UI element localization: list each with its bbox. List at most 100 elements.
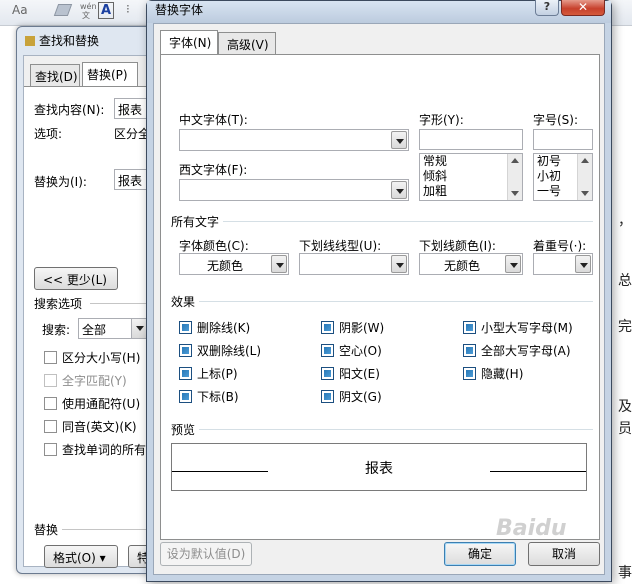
chinese-font-label: 中文字体(T): xyxy=(179,113,248,127)
find-what-label: 查找内容(N): xyxy=(34,103,105,117)
font-color-select[interactable]: 无颜色 xyxy=(179,253,289,275)
checkbox-box[interactable] xyxy=(463,367,476,380)
chevron-down-icon xyxy=(575,255,591,273)
checkbox-box[interactable] xyxy=(44,374,57,387)
search-option-checkbox[interactable]: 全字匹配(Y) xyxy=(44,372,127,389)
checkbox-label: 同音(英文)(K) xyxy=(62,420,137,434)
character-border-icon[interactable]: A xyxy=(98,2,114,19)
checkbox-label: 使用通配符(U) xyxy=(62,397,141,411)
document-text-fragment: 及 xyxy=(618,399,632,415)
set-default-button[interactable]: 设为默认值(D) xyxy=(160,542,252,566)
preview-box: 报表 xyxy=(171,443,587,491)
effect-label: 小型大写字母(M) xyxy=(481,321,573,335)
find-replace-title: 查找和替换 xyxy=(39,34,100,48)
font-style-list[interactable]: 常规 倾斜 加粗 xyxy=(419,153,523,201)
options-label: 选项: xyxy=(34,127,63,141)
clear-format-icon[interactable] xyxy=(53,4,73,16)
document-text-fragment: ， xyxy=(618,213,632,229)
western-font-label: 西文字体(F): xyxy=(179,163,248,177)
document-text-fragment: 事 xyxy=(618,565,632,581)
find-replace-body: 查找内容(N): 报表 选项: 区分全 替换为(I): 报表 << 更少(L) … xyxy=(24,86,174,568)
search-option-checkbox[interactable]: 区分大小写(H) xyxy=(44,349,140,366)
search-direction-select[interactable]: 全部 xyxy=(78,318,148,339)
checkbox-box[interactable] xyxy=(44,420,57,433)
font-size-label: 字号(S): xyxy=(533,113,579,127)
checkbox-box[interactable] xyxy=(321,367,334,380)
font-tab-body: 中文字体(T): 西文字体(F): 字形(Y): 常规 倾斜 加粗 字号(S): xyxy=(160,54,600,540)
effect-checkbox[interactable]: 阴影(W) xyxy=(321,319,384,336)
underline-style-select[interactable] xyxy=(299,253,409,275)
underline-color-label: 下划线颜色(I): xyxy=(419,239,496,253)
ok-button[interactable]: 确定 xyxy=(444,542,516,566)
western-font-select[interactable] xyxy=(179,179,409,201)
tab-font[interactable]: 字体(N) xyxy=(160,30,218,54)
search-option-checkbox[interactable]: 同音(英文)(K) xyxy=(44,418,137,435)
search-option-checkbox[interactable]: 查找单词的所有 xyxy=(44,441,146,458)
checkbox-box[interactable] xyxy=(321,321,334,334)
close-icon: ✕ xyxy=(577,0,589,14)
font-style-input[interactable] xyxy=(419,129,523,150)
search-option-checkbox[interactable]: 使用通配符(U) xyxy=(44,395,140,412)
checkbox-box[interactable] xyxy=(321,344,334,357)
tab-find[interactable]: 查找(D) xyxy=(30,64,80,86)
effect-checkbox[interactable]: 阴文(G) xyxy=(321,388,382,405)
tab-replace[interactable]: 替换(P) xyxy=(82,62,138,86)
effect-label: 空心(O) xyxy=(339,344,382,358)
checkbox-box[interactable] xyxy=(179,390,192,403)
checkbox-box[interactable] xyxy=(463,344,476,357)
close-button[interactable]: ✕ xyxy=(561,0,605,16)
font-color-value: 无颜色 xyxy=(206,259,243,273)
help-button[interactable]: ? xyxy=(535,0,559,16)
effect-label: 全部大写字母(A) xyxy=(481,344,571,358)
change-case-icon[interactable]: Aa xyxy=(12,3,28,17)
effect-checkbox[interactable]: 下标(B) xyxy=(179,388,239,405)
checkbox-box[interactable] xyxy=(44,443,57,456)
emphasis-mark-select[interactable] xyxy=(533,253,593,275)
word-app-icon xyxy=(25,36,35,46)
phonetic-guide-icon[interactable]: wén 文 xyxy=(80,2,97,20)
cancel-button[interactable]: 取消 xyxy=(528,542,600,566)
font-size-input[interactable] xyxy=(533,129,593,150)
chinese-font-select[interactable] xyxy=(179,129,409,151)
document-text-fragment: 员 xyxy=(618,421,632,437)
less-button[interactable]: << 更少(L) xyxy=(34,267,118,290)
effect-checkbox[interactable]: 小型大写字母(M) xyxy=(463,319,573,336)
checkbox-box[interactable] xyxy=(44,397,57,410)
effect-checkbox[interactable]: 隐藏(H) xyxy=(463,365,523,382)
watermark-logo: Baidu xyxy=(496,516,567,541)
checkbox-label: 查找单词的所有 xyxy=(62,443,147,457)
effect-checkbox[interactable]: 空心(O) xyxy=(321,342,382,359)
font-dialog-titlebar: 替换字体 ? ✕ xyxy=(147,0,611,23)
effect-label: 删除线(K) xyxy=(197,321,251,335)
checkbox-box[interactable] xyxy=(179,321,192,334)
effect-checkbox[interactable]: 阳文(E) xyxy=(321,365,380,382)
checkbox-box[interactable] xyxy=(321,390,334,403)
underline-color-select[interactable]: 无颜色 xyxy=(419,253,523,275)
bullet-list-icon[interactable]: ⁝ xyxy=(126,2,130,16)
effect-label: 阴影(W) xyxy=(339,321,385,335)
effect-checkbox[interactable]: 全部大写字母(A) xyxy=(463,342,571,359)
effect-checkbox[interactable]: 上标(P) xyxy=(179,365,238,382)
find-replace-titlebar: 查找和替换 xyxy=(17,27,163,51)
checkbox-label: 区分大小写(H) xyxy=(62,351,141,365)
checkbox-label: 全字匹配(Y) xyxy=(62,374,127,388)
effect-checkbox[interactable]: 删除线(K) xyxy=(179,319,250,336)
preview-header: 预览 xyxy=(171,423,196,437)
font-size-list[interactable]: 初号 小初 一号 xyxy=(533,153,593,201)
scrollbar[interactable] xyxy=(577,154,592,200)
checkbox-box[interactable] xyxy=(463,321,476,334)
find-replace-dialog: 查找和替换 查找(D) 替换(P) 查找内容(N): 报表 选项: 区分全 替换… xyxy=(16,26,174,574)
format-button[interactable]: 格式(O) ▾ xyxy=(44,545,118,568)
phonetic-guide-label: wén 文 xyxy=(80,2,97,20)
tab-advanced[interactable]: 高级(V) xyxy=(218,32,276,54)
effect-checkbox[interactable]: 双删除线(L) xyxy=(179,342,261,359)
checkbox-box[interactable] xyxy=(44,351,57,364)
chevron-down-icon xyxy=(131,319,147,338)
preview-text: 报表 xyxy=(365,461,393,477)
help-icon: ? xyxy=(543,0,551,13)
checkbox-box[interactable] xyxy=(179,344,192,357)
checkbox-box[interactable] xyxy=(179,367,192,380)
document-text-fragment: 总 xyxy=(618,273,632,289)
scrollbar[interactable] xyxy=(507,154,522,200)
effect-label: 下标(B) xyxy=(197,390,239,404)
